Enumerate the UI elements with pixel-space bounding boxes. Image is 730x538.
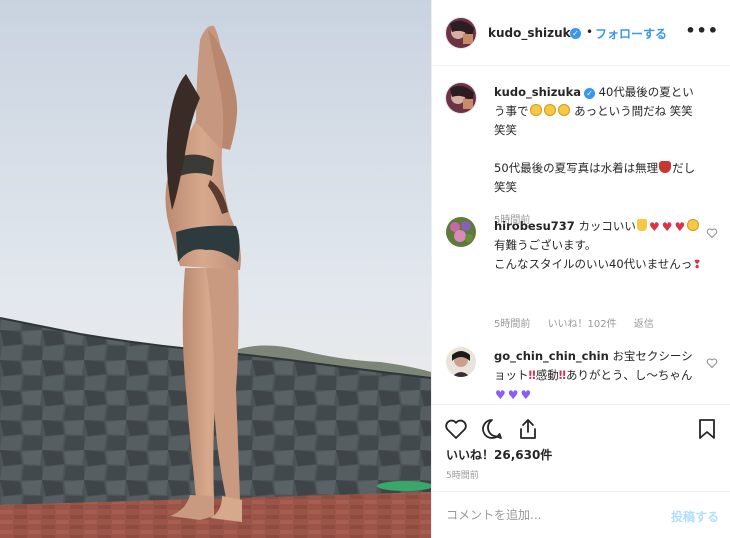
comment-line-2: 有難うございます。 <box>494 238 597 252</box>
comment-line-3: ありがとう、し〜ちゃん <box>565 368 693 382</box>
double-exclamation-emoji-icon: ‼ <box>558 368 566 382</box>
post-comment-button[interactable]: 投稿する <box>671 508 719 525</box>
exclamation-emoji-icon: ❢ <box>692 257 702 271</box>
bookmark-icon[interactable] <box>695 417 719 441</box>
purple-heart-emoji-icon: ♥ <box>507 388 519 402</box>
likes-count[interactable]: いいね！26,630件 <box>446 446 552 463</box>
heart-emoji-icon: ♥ <box>648 220 660 234</box>
comment-like-heart-icon[interactable] <box>706 357 718 369</box>
smiling-emoji-icon <box>687 219 700 231</box>
caption-line-3: 50代最後の夏写真は水着は無理 <box>494 161 659 175</box>
purple-heart-emoji-icon: ♥ <box>520 388 532 402</box>
comment-input[interactable] <box>446 506 646 524</box>
comment-item: go_chin_chin_chin お宝セクシーショット‼感動‼ありがとう、し〜… <box>446 347 718 403</box>
heart-emoji-icon: ♥ <box>661 220 673 234</box>
verified-badge-icon: ✓ <box>570 28 581 39</box>
follow-button[interactable]: フォローする <box>595 25 667 42</box>
commenter-avatar[interactable] <box>446 347 476 377</box>
comment-text: hirobesu737 カッコいい ♥ ♥ ♥ 有難うございます。 こんなスタイルのい… <box>494 217 702 274</box>
separator-dot: • <box>586 25 594 39</box>
verified-badge-icon: ✓ <box>583 88 595 99</box>
comment-time[interactable]: 5時間前 <box>494 319 530 330</box>
caption-username[interactable]: kudo_shizuka <box>494 85 581 99</box>
comment-text: go_chin_chin_chin お宝セクシーショット‼感動‼ありがとう、し〜… <box>494 347 702 403</box>
post-photo[interactable] <box>0 0 431 538</box>
heart-icon[interactable] <box>444 417 468 441</box>
post-time[interactable]: 5時間前 <box>446 468 479 481</box>
caption-text: kudo_shizuka ✓ 40代最後の夏という事で あっという間だね 笑笑笑笑… <box>494 83 702 197</box>
add-comment-bar: 投稿する <box>432 491 730 538</box>
comment-line-1: カッコいい <box>578 219 636 233</box>
laughing-emoji-icon <box>557 104 570 116</box>
author-username[interactable]: kudo_shizuka <box>488 26 579 40</box>
comments-list[interactable]: kudo_shizuka ✓ 40代最後の夏という事で あっという間だね 笑笑笑笑… <box>432 67 730 403</box>
comment-line-2: 感動 <box>535 368 559 382</box>
comment-icon[interactable] <box>480 417 504 441</box>
purple-heart-emoji-icon: ♥ <box>495 388 506 402</box>
post-image <box>0 0 431 538</box>
laughing-emoji-icon <box>543 104 556 116</box>
post-side-panel: kudo_shizuka ✓ • フォローする ••• kudo_shizuka… <box>431 0 730 538</box>
commenter-username[interactable]: hirobesu737 <box>494 219 575 233</box>
post-header: kudo_shizuka ✓ • フォローする ••• <box>432 0 730 66</box>
more-options-button[interactable]: ••• <box>685 21 719 40</box>
comment-like-heart-icon[interactable] <box>706 227 718 239</box>
double-exclamation-emoji-icon: ‼ <box>528 368 536 382</box>
thumbs-up-emoji-icon <box>636 219 647 231</box>
devil-emoji-icon <box>659 161 672 173</box>
comment-likes[interactable]: いいね！102件 <box>548 319 617 330</box>
caption: kudo_shizuka ✓ 40代最後の夏という事で あっという間だね 笑笑笑笑… <box>446 83 718 226</box>
commenter-username[interactable]: go_chin_chin_chin <box>494 349 609 363</box>
share-icon[interactable] <box>516 417 540 441</box>
comment-line-3: こんなスタイルのいい40代いませんっ <box>494 257 693 271</box>
author-avatar[interactable] <box>446 18 476 48</box>
comment-meta: 5時間前 いいね！102件 返信 <box>494 315 668 330</box>
laughing-emoji-icon <box>529 104 542 116</box>
heart-emoji-icon: ♥ <box>674 220 686 234</box>
caption-avatar[interactable] <box>446 83 476 113</box>
comment-reply-button[interactable]: 返信 <box>634 319 654 330</box>
commenter-avatar[interactable] <box>446 217 476 247</box>
comment-item: hirobesu737 カッコいい ♥ ♥ ♥ 有難うございます。 こんなスタイルのい… <box>446 217 718 337</box>
